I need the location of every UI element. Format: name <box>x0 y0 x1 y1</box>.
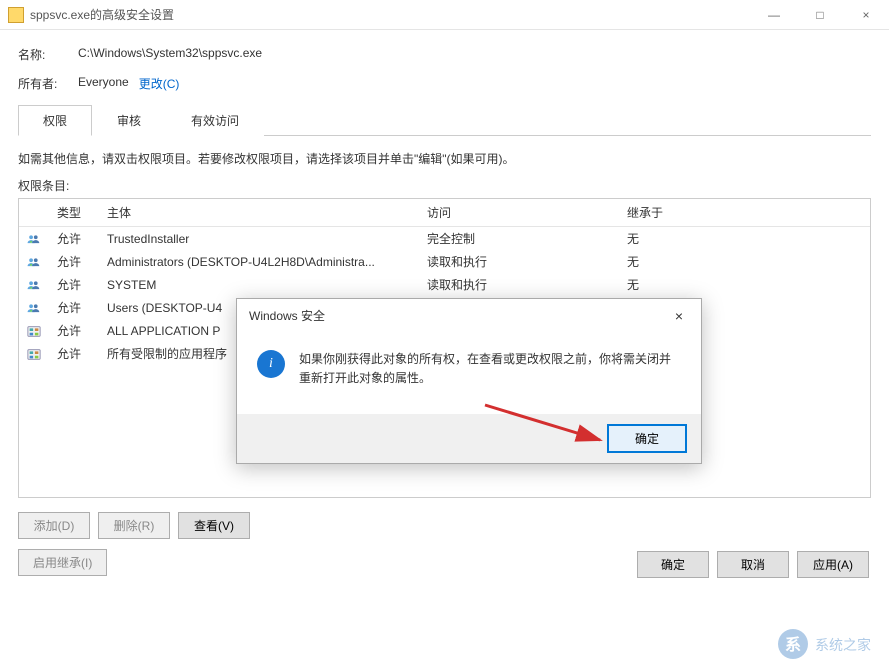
column-headers: 类型 主体 访问 继承于 <box>19 199 870 227</box>
dialog-close-button[interactable]: × <box>669 308 689 324</box>
tab-bar: 权限 审核 有效访问 <box>18 104 871 136</box>
cell-access: 完全控制 <box>419 230 619 247</box>
close-button[interactable]: × <box>843 0 889 30</box>
watermark: 系 系统之家 <box>775 626 885 662</box>
name-label: 名称: <box>18 46 78 63</box>
dialog-titlebar: Windows 安全 × <box>237 299 701 332</box>
table-row[interactable]: ✓允许TrustedInstaller完全控制无 <box>19 227 870 250</box>
dialog-message: 如果你刚获得此对象的所有权，在查看或更改权限之前，你将需关闭并重新打开此对象的属… <box>299 350 681 388</box>
cell-inherit: 无 <box>619 276 870 293</box>
col-spacer <box>19 204 49 221</box>
add-button[interactable]: 添加(D) <box>18 512 90 539</box>
action-buttons: 添加(D) 删除(R) 查看(V) <box>18 512 871 539</box>
col-type[interactable]: 类型 <box>49 204 99 221</box>
window-controls: — □ × <box>751 0 889 30</box>
package-icon <box>19 347 49 361</box>
owner-value: Everyone <box>78 75 129 92</box>
svg-text:系: 系 <box>785 636 801 654</box>
cell-access: 读取和执行 <box>419 253 619 270</box>
cell-type: 允许 <box>49 345 99 362</box>
cell-principal: SYSTEM <box>99 278 419 292</box>
cell-type: 允许 <box>49 276 99 293</box>
enable-inherit-button[interactable]: 启用继承(I) <box>18 549 107 576</box>
folder-icon <box>8 7 24 23</box>
help-text: 如需其他信息，请双击权限项目。若要修改权限项目，请选择该项目并单击"编辑"(如果… <box>18 150 871 167</box>
cell-inherit: 无 <box>619 230 870 247</box>
dialog-body: i 如果你刚获得此对象的所有权，在查看或更改权限之前，你将需关闭并重新打开此对象… <box>237 332 701 414</box>
dialog-ok-button[interactable]: 确定 <box>607 424 687 453</box>
cell-access: 读取和执行 <box>419 276 619 293</box>
dialog-footer: 确定 <box>237 414 701 463</box>
cell-type: 允许 <box>49 322 99 339</box>
col-principal[interactable]: 主体 <box>99 204 419 221</box>
change-owner-link[interactable]: 更改(C) <box>139 75 180 92</box>
package-icon <box>19 324 49 338</box>
cell-type: 允许 <box>49 253 99 270</box>
tab-effective-access[interactable]: 有效访问 <box>166 105 264 136</box>
table-row[interactable]: ✓允许SYSTEM读取和执行无 <box>19 273 870 296</box>
remove-button[interactable]: 删除(R) <box>98 512 170 539</box>
users-icon: ✓ <box>19 278 49 292</box>
info-icon: i <box>257 350 285 378</box>
name-row: 名称: C:\Windows\System32\sppsvc.exe <box>18 46 871 63</box>
users-icon: ✓ <box>19 301 49 315</box>
bottom-buttons: 确定 取消 应用(A) <box>637 551 869 578</box>
cancel-button[interactable]: 取消 <box>717 551 789 578</box>
owner-label: 所有者: <box>18 75 78 92</box>
col-inherit[interactable]: 继承于 <box>619 204 870 221</box>
window-title: sppsvc.exe的高级安全设置 <box>30 6 751 23</box>
security-dialog: Windows 安全 × i 如果你刚获得此对象的所有权，在查看或更改权限之前，… <box>236 298 702 464</box>
apply-button[interactable]: 应用(A) <box>797 551 869 578</box>
cell-inherit: 无 <box>619 253 870 270</box>
window-titlebar: sppsvc.exe的高级安全设置 — □ × <box>0 0 889 30</box>
cell-principal: TrustedInstaller <box>99 232 419 246</box>
entries-label: 权限条目: <box>18 177 871 194</box>
svg-text:系统之家: 系统之家 <box>815 637 871 653</box>
dialog-title-text: Windows 安全 <box>249 307 325 324</box>
maximize-button[interactable]: □ <box>797 0 843 30</box>
name-value: C:\Windows\System32\sppsvc.exe <box>78 46 262 63</box>
owner-row: 所有者: Everyone 更改(C) <box>18 75 871 92</box>
tab-permissions[interactable]: 权限 <box>18 105 92 136</box>
table-row[interactable]: ✓允许Administrators (DESKTOP-U4L2H8D\Admin… <box>19 250 870 273</box>
tab-audit[interactable]: 审核 <box>92 105 166 136</box>
view-button[interactable]: 查看(V) <box>178 512 250 539</box>
ok-button[interactable]: 确定 <box>637 551 709 578</box>
cell-type: 允许 <box>49 230 99 247</box>
users-icon: ✓ <box>19 232 49 246</box>
cell-principal: Administrators (DESKTOP-U4L2H8D\Administ… <box>99 255 419 269</box>
minimize-button[interactable]: — <box>751 0 797 30</box>
users-icon: ✓ <box>19 255 49 269</box>
col-access[interactable]: 访问 <box>419 204 619 221</box>
cell-type: 允许 <box>49 299 99 316</box>
